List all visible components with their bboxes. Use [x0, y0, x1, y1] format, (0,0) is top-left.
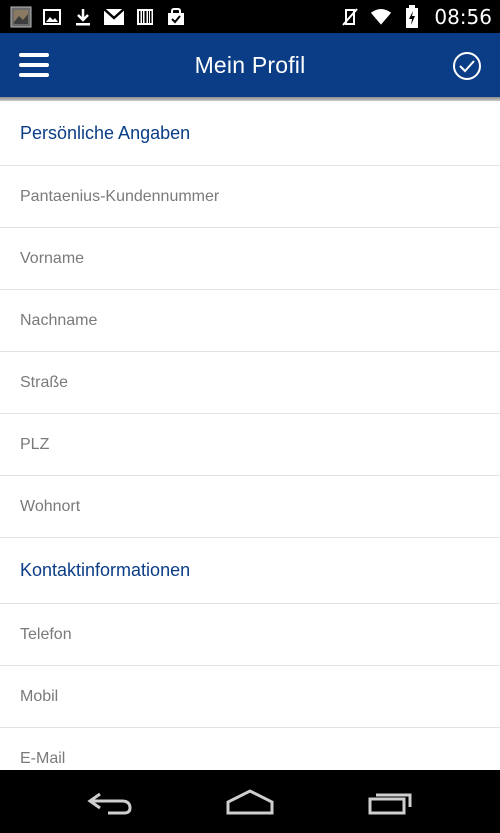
gallery-icon: [10, 6, 32, 28]
status-time: 08:56: [434, 4, 492, 29]
back-icon[interactable]: [80, 782, 140, 822]
barcode-icon: [134, 6, 156, 28]
field-last-name[interactable]: Nachname: [0, 290, 500, 352]
status-bar-system: 08:56: [339, 4, 492, 29]
check-circle-icon[interactable]: [452, 51, 482, 81]
profile-form: Persönliche Angaben Pantaenius-Kundennum…: [0, 101, 500, 770]
field-phone[interactable]: Telefon: [0, 604, 500, 666]
field-city[interactable]: Wohnort: [0, 476, 500, 538]
shopping-bag-icon: [165, 6, 187, 28]
image-icon: [41, 6, 63, 28]
gmail-icon: [103, 6, 125, 28]
vibrate-off-icon: [339, 6, 361, 28]
field-street[interactable]: Straße: [0, 352, 500, 414]
field-customer-number[interactable]: Pantaenius-Kundennummer: [0, 166, 500, 228]
wifi-icon: [370, 6, 392, 28]
field-first-name[interactable]: Vorname: [0, 228, 500, 290]
section-header-personal: Persönliche Angaben: [0, 101, 500, 166]
menu-icon[interactable]: [19, 53, 49, 77]
status-bar-notifications: [10, 6, 187, 28]
status-bar: 08:56: [0, 0, 500, 33]
page-title: Mein Profil: [194, 51, 306, 78]
section-header-contact: Kontaktinformationen: [0, 538, 500, 604]
home-icon[interactable]: [220, 782, 280, 822]
battery-icon: [401, 4, 423, 28]
field-postal-code[interactable]: PLZ: [0, 414, 500, 476]
recent-apps-icon[interactable]: [360, 782, 420, 822]
navigation-bar: [0, 770, 500, 833]
field-email[interactable]: E-Mail: [0, 728, 500, 770]
field-mobile[interactable]: Mobil: [0, 666, 500, 728]
app-bar: Mein Profil: [0, 33, 500, 97]
download-icon: [72, 6, 94, 28]
